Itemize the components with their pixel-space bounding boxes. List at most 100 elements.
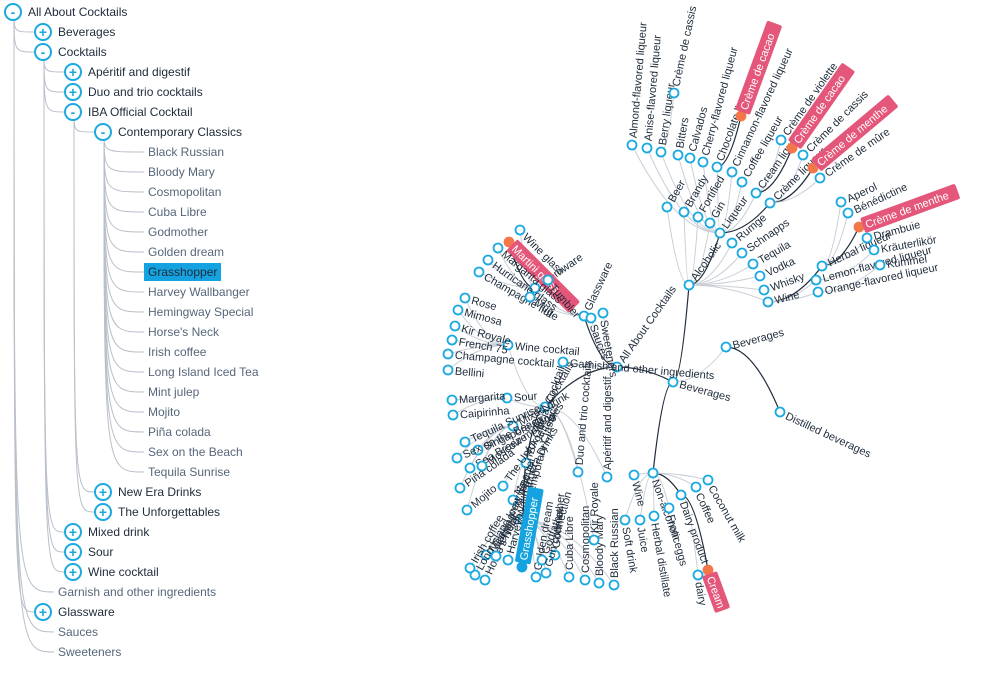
tree-node-label[interactable]: Long Island Iced Tea xyxy=(148,365,259,379)
expand-icon[interactable]: + xyxy=(94,483,112,501)
node-circle-icon[interactable] xyxy=(690,481,702,493)
tree-node[interactable]: Mojito xyxy=(148,402,180,422)
tree-node-label[interactable]: Apéritif and digestif xyxy=(88,65,190,79)
collapse-icon[interactable]: - xyxy=(94,123,112,141)
node-circle-icon[interactable] xyxy=(816,260,828,272)
node-circle-icon[interactable] xyxy=(516,561,528,573)
node-circle-icon[interactable] xyxy=(711,161,723,173)
node-circle-icon[interactable] xyxy=(626,139,638,151)
tree-node[interactable]: Golden dream xyxy=(148,242,224,262)
node-circle-icon[interactable] xyxy=(655,146,667,158)
node-circle-icon[interactable] xyxy=(684,152,696,164)
node-circle-icon[interactable] xyxy=(758,284,770,296)
tree-node-label[interactable]: Wine cocktail xyxy=(88,565,159,579)
node-circle-icon[interactable] xyxy=(524,291,536,303)
node-circle-icon[interactable] xyxy=(736,247,748,259)
node-circle-icon[interactable] xyxy=(647,467,659,479)
tree-node[interactable]: + Apéritif and digestif xyxy=(64,62,190,82)
node-circle-icon[interactable] xyxy=(861,232,873,244)
tree-node[interactable]: - Contemporary Classics xyxy=(94,122,242,142)
expand-icon[interactable]: + xyxy=(34,23,52,41)
radial-node[interactable]: Beverages xyxy=(667,376,733,405)
node-circle-icon[interactable] xyxy=(692,569,704,581)
node-circle-icon[interactable] xyxy=(514,224,526,236)
tree-node[interactable]: Mint julep xyxy=(148,382,199,402)
node-circle-icon[interactable] xyxy=(683,279,695,291)
node-circle-icon[interactable] xyxy=(754,270,766,282)
node-circle-icon[interactable] xyxy=(454,482,466,494)
expand-icon[interactable]: + xyxy=(64,83,82,101)
node-circle-icon[interactable] xyxy=(619,514,631,526)
tree-node-label[interactable]: Glassware xyxy=(58,605,115,619)
node-circle-icon[interactable] xyxy=(473,266,485,278)
node-circle-icon[interactable] xyxy=(542,274,554,286)
tree-node-label[interactable]: Bloody Mary xyxy=(148,165,215,179)
tree-node[interactable]: Long Island Iced Tea xyxy=(148,362,259,382)
node-circle-icon[interactable] xyxy=(446,394,458,406)
tree-node[interactable]: Sauces xyxy=(58,622,98,642)
node-circle-icon[interactable] xyxy=(597,307,609,319)
radial-node[interactable]: All About Cocktails xyxy=(611,283,680,373)
expand-icon[interactable]: + xyxy=(64,563,82,581)
node-circle-icon[interactable] xyxy=(868,244,880,256)
tree-node-label[interactable]: Harvey Wallbanger xyxy=(148,285,250,299)
tree-node-label[interactable]: Hemingway Special xyxy=(148,305,253,319)
tree-node-label[interactable]: Beverages xyxy=(58,25,115,39)
node-circle-icon[interactable] xyxy=(726,166,738,178)
tree-node-label[interactable]: Godmother xyxy=(148,225,208,239)
tree-node-label[interactable]: Tequila Sunrise xyxy=(148,465,230,479)
expand-icon[interactable]: + xyxy=(94,503,112,521)
node-circle-icon[interactable] xyxy=(668,87,680,99)
tree-node-label[interactable]: Sweeteners xyxy=(58,645,121,659)
node-circle-icon[interactable] xyxy=(648,510,660,522)
node-circle-icon[interactable] xyxy=(464,562,476,574)
tree-node-label[interactable]: Golden dream xyxy=(148,245,224,259)
radial-node[interactable]: Glassware xyxy=(578,260,616,322)
tree-node[interactable]: Irish coffee xyxy=(148,342,206,362)
node-circle-icon[interactable] xyxy=(692,211,704,223)
radial-node[interactable]: Duo and trio cocktails xyxy=(572,359,595,478)
node-circle-icon[interactable] xyxy=(675,489,687,501)
tree-node[interactable]: + Glassware xyxy=(34,602,115,622)
tree-node[interactable]: + The Unforgettables xyxy=(94,502,220,522)
radial-node[interactable]: Crème de cassis xyxy=(668,4,700,99)
node-circle-icon[interactable] xyxy=(720,341,732,353)
node-circle-icon[interactable] xyxy=(563,571,575,583)
tree-node-label[interactable]: Mojito xyxy=(148,405,180,419)
tree-node[interactable]: Horse's Neck xyxy=(148,322,219,342)
tree-node-label[interactable]: Piña colada xyxy=(148,425,211,439)
tree-node-label[interactable]: Mixed drink xyxy=(88,525,149,539)
node-circle-icon[interactable] xyxy=(557,356,569,368)
node-circle-icon[interactable] xyxy=(530,571,542,583)
tree-node-label[interactable]: Cocktails xyxy=(58,45,107,59)
node-circle-icon[interactable] xyxy=(726,237,738,249)
node-circle-icon[interactable] xyxy=(492,242,504,254)
radial-node[interactable]: Margarita xyxy=(446,390,507,406)
tree-node-label[interactable]: Horse's Neck xyxy=(148,325,219,339)
radial-node[interactable]: Beer xyxy=(661,178,689,213)
tree-node[interactable]: Cuba Libre xyxy=(148,202,207,222)
node-circle-icon[interactable] xyxy=(447,409,459,421)
tree-node-label[interactable]: All About Cocktails xyxy=(28,5,127,19)
tree-node[interactable]: Grasshopper xyxy=(144,262,222,282)
tree-node-label[interactable]: Contemporary Classics xyxy=(118,125,242,139)
radial-node[interactable]: Sour xyxy=(501,390,539,404)
node-circle-icon[interactable] xyxy=(459,436,471,448)
node-circle-icon[interactable] xyxy=(814,172,826,184)
tree-node[interactable]: + Duo and trio cocktails xyxy=(64,82,203,102)
tree-node[interactable]: Hemingway Special xyxy=(148,302,253,322)
tree-node[interactable]: Piña colada xyxy=(148,422,211,442)
node-circle-icon[interactable] xyxy=(579,574,591,586)
node-circle-icon[interactable] xyxy=(774,406,786,418)
node-circle-icon[interactable] xyxy=(459,292,471,304)
tree-node-label-selected[interactable]: Grasshopper xyxy=(144,263,222,281)
node-circle-icon[interactable] xyxy=(714,227,726,239)
node-circle-icon[interactable] xyxy=(702,474,714,486)
tree-node-label[interactable]: Sex on the Beach xyxy=(148,445,243,459)
radial-node[interactable]: Juice xyxy=(634,514,651,554)
tree-node[interactable]: + Beverages xyxy=(34,22,115,42)
node-circle-icon[interactable] xyxy=(663,502,675,514)
collapse-icon[interactable]: - xyxy=(34,43,52,61)
tree-node-label[interactable]: Garnish and other ingredients xyxy=(58,585,216,599)
tree-node-label[interactable]: New Era Drinks xyxy=(118,485,201,499)
